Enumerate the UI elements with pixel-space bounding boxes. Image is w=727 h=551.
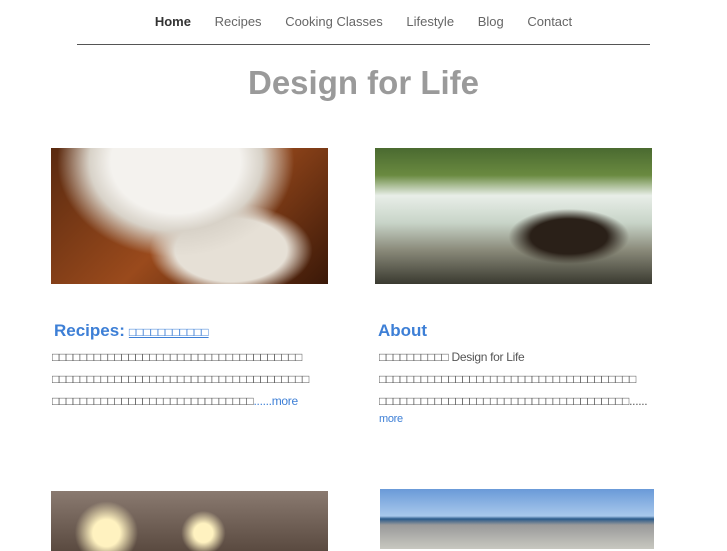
site-title: Design for Life	[247, 64, 480, 101]
boardwalk-image[interactable]	[380, 489, 654, 549]
nav-lifestyle[interactable]: Lifestyle	[406, 14, 454, 29]
about-text: □□□□□□□□□□ Design for Life □□□□□□□□□□□□□…	[379, 346, 648, 426]
about-image[interactable]	[375, 148, 652, 284]
nav-home[interactable]: Home	[155, 14, 191, 29]
recipes-line: □□□□□□□□□□□□□□□□□□□□□□□□□□□□□□□□□□□□□	[52, 372, 310, 386]
recipes-subtitle-link[interactable]: □□□□□□□□□□□	[129, 325, 209, 339]
candles-image[interactable]	[51, 491, 328, 551]
recipes-heading-text: Recipes:	[54, 321, 125, 340]
main-nav: Home Recipes Cooking Classes Lifestyle B…	[0, 14, 727, 29]
nav-blog[interactable]: Blog	[478, 14, 504, 29]
about-line: □□□□□□□□□□□□□□□□□□□□□□□□□□□□□□□□□□□□....…	[379, 394, 648, 408]
recipes-more-link[interactable]: ......more	[254, 394, 299, 408]
recipes-line: □□□□□□□□□□□□□□□□□□□□□□□□□□□□□□□□□□□□	[52, 350, 303, 364]
about-line: □□□□□□□□□□ Design for Life	[379, 350, 525, 364]
recipes-line: □□□□□□□□□□□□□□□□□□□□□□□□□□□□□	[52, 394, 254, 408]
nav-cooking-classes[interactable]: Cooking Classes	[285, 14, 383, 29]
about-line: □□□□□□□□□□□□□□□□□□□□□□□□□□□□□□□□□□□□□	[379, 372, 637, 386]
recipes-text: □□□□□□□□□□□□□□□□□□□□□□□□□□□□□□□□□□□□ □□□…	[52, 346, 309, 412]
nav-contact[interactable]: Contact	[527, 14, 572, 29]
recipes-heading: Recipes: □□□□□□□□□□□	[54, 321, 209, 341]
recipes-image[interactable]	[51, 148, 328, 284]
nav-divider	[77, 44, 650, 45]
about-more-link[interactable]: more	[379, 412, 647, 426]
about-heading: About	[378, 321, 428, 340]
nav-recipes[interactable]: Recipes	[215, 14, 262, 29]
